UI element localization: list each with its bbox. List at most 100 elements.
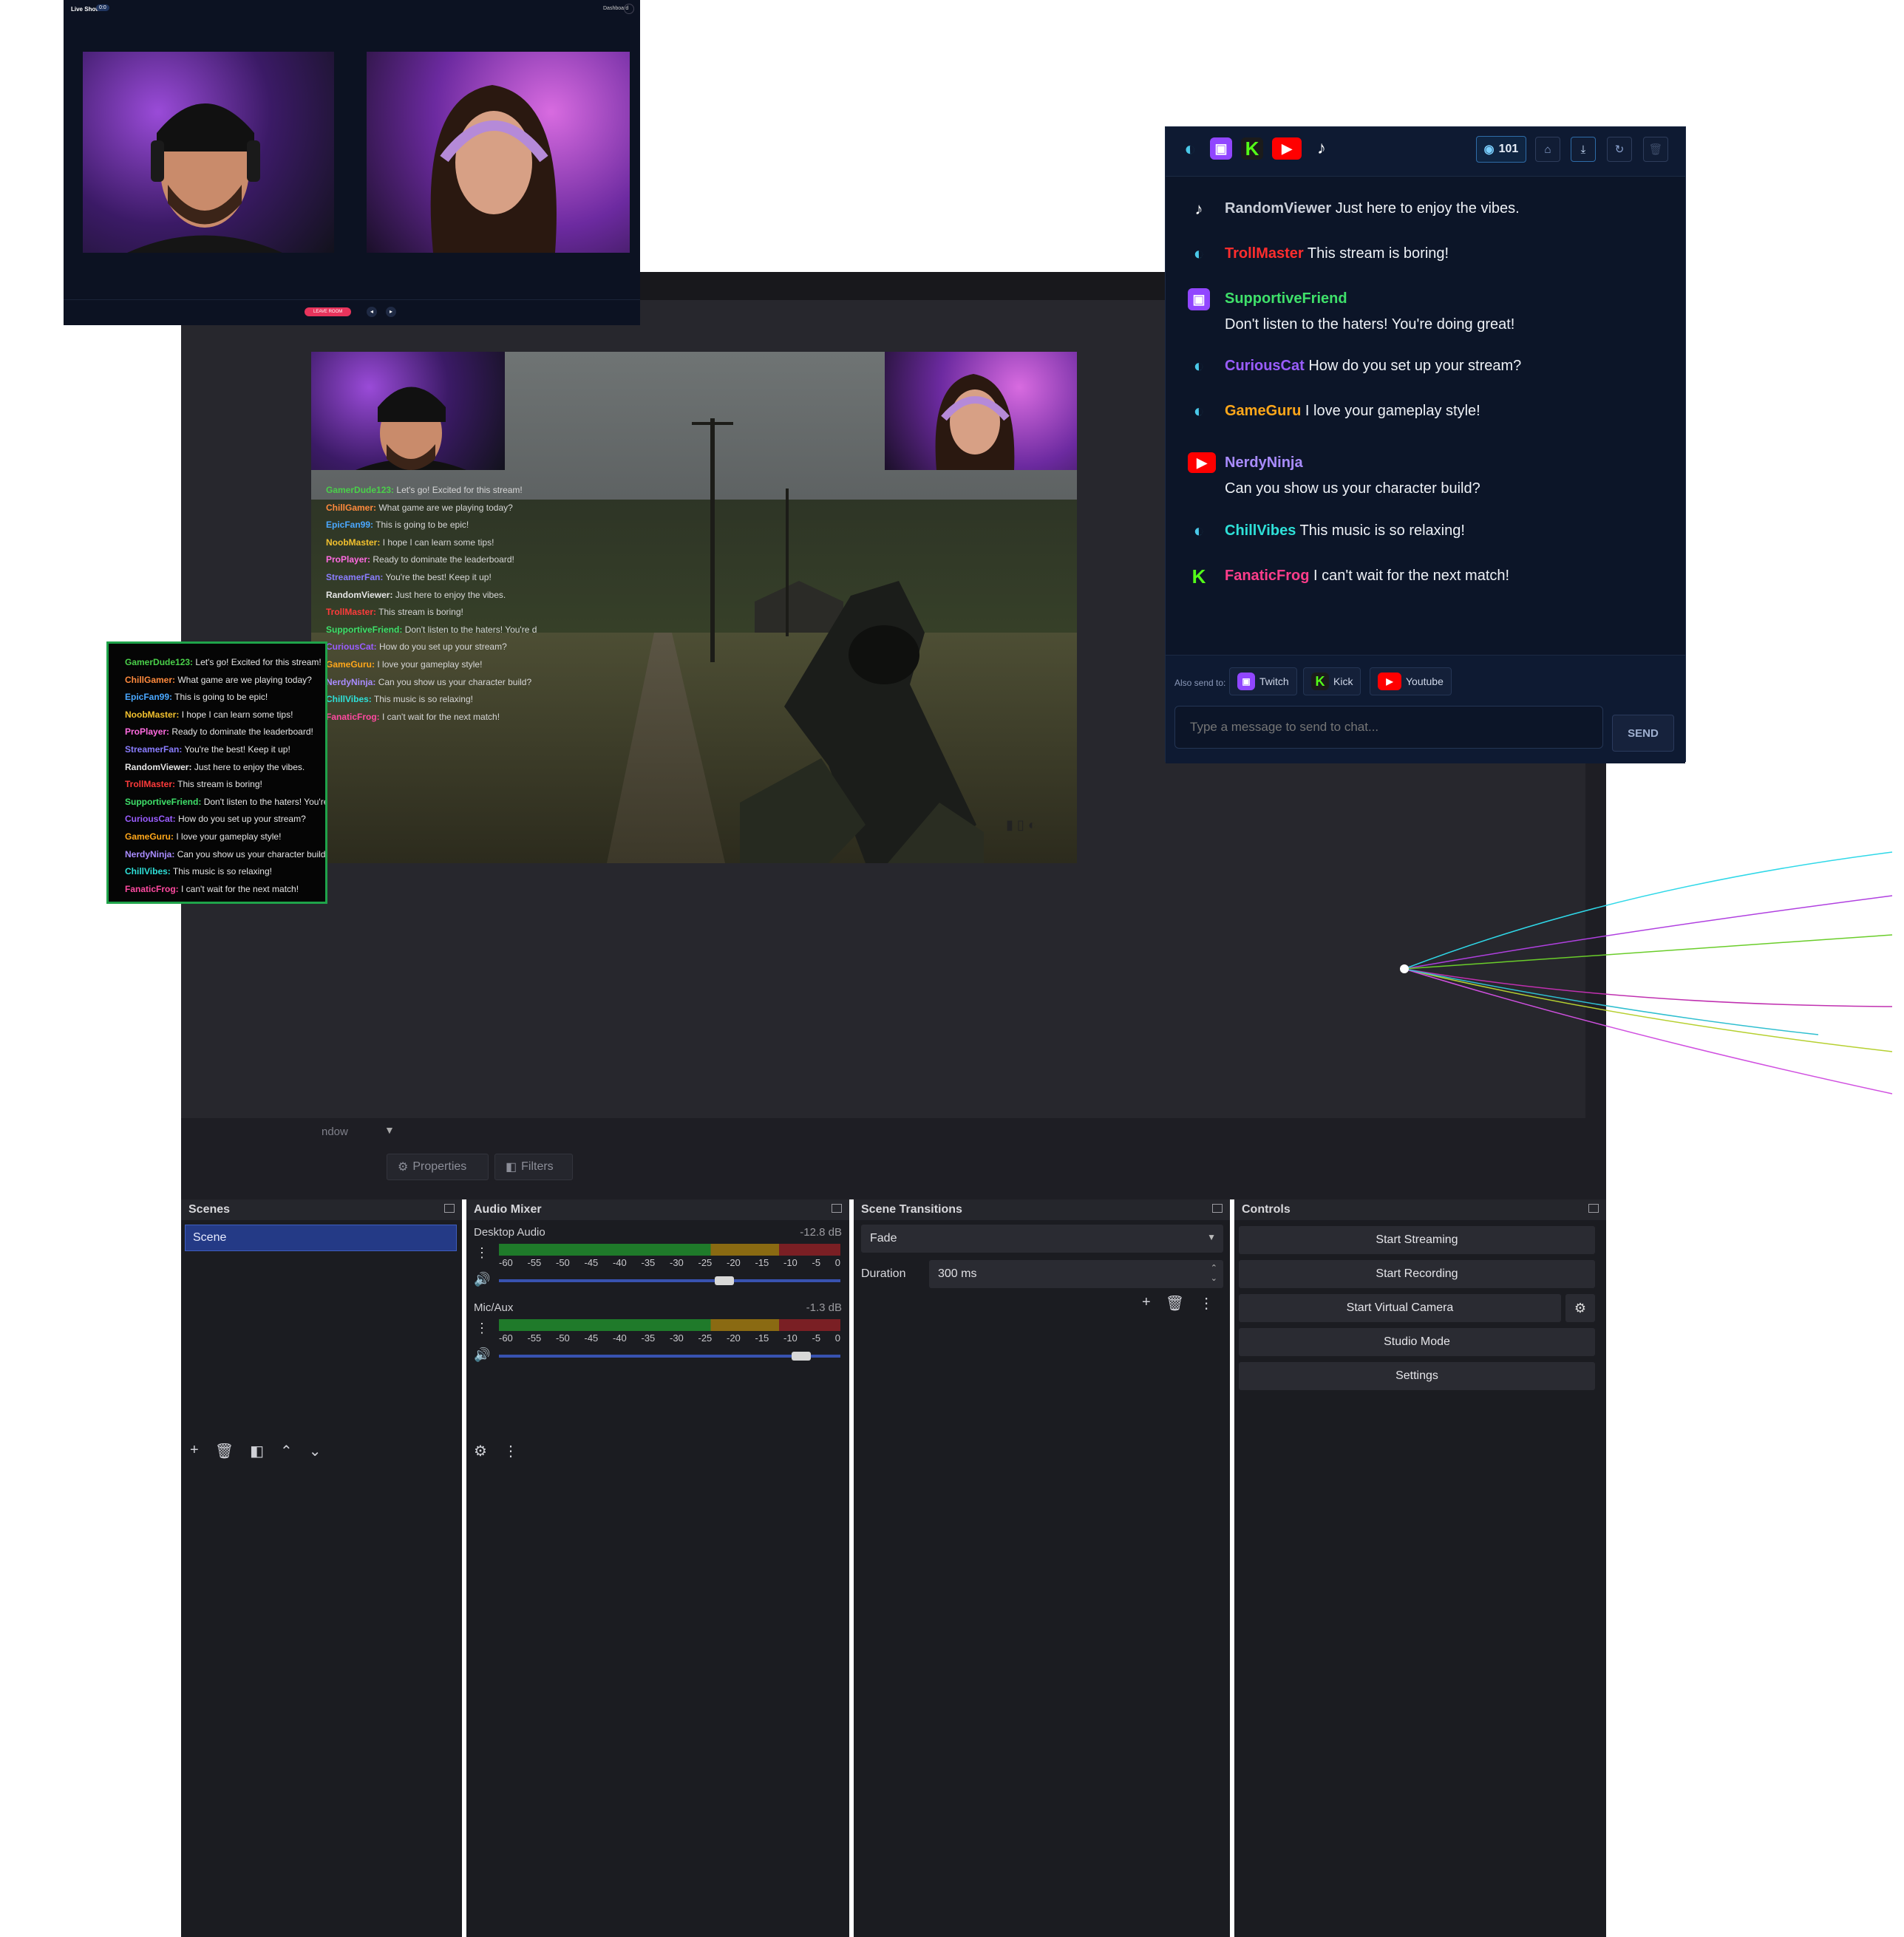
- overlay-chat-line: GamerDude123: Let's go! Excited for this…: [326, 482, 548, 500]
- scene-dropdown-label[interactable]: ndow: [322, 1126, 348, 1138]
- chat-text: Don't listen to the haters! You're d: [203, 796, 327, 807]
- chat-username: SupportiveFriend:: [326, 624, 403, 635]
- settings-button[interactable]: Settings: [1239, 1362, 1595, 1390]
- scenes-dock: Scenes Scene + 🗑 ◧ ⌃ ⌄: [181, 1199, 462, 1937]
- overlay-chat-line: ChillGamer: What game are we playing tod…: [326, 500, 548, 517]
- start-recording-button[interactable]: Start Recording: [1239, 1260, 1595, 1288]
- preview-canvas[interactable]: GamerDude123: Let's go! Excited for this…: [311, 352, 1077, 863]
- volume-slider[interactable]: [499, 1279, 840, 1282]
- more-icon[interactable]: ⋮: [475, 1321, 489, 1336]
- properties-button[interactable]: ⚙ Properties: [387, 1154, 489, 1180]
- float-icon[interactable]: [1588, 1204, 1599, 1213]
- youtube-label: Youtube: [1406, 675, 1444, 687]
- more-icon[interactable]: ⋮: [1199, 1294, 1214, 1313]
- green-chat-line: SupportiveFriend: Don't listen to the ha…: [125, 796, 327, 807]
- chat-username: ChillVibes:: [125, 866, 171, 877]
- float-icon[interactable]: [832, 1204, 842, 1213]
- scale-tick: -40: [613, 1257, 627, 1268]
- viewer-count: 101: [1498, 143, 1519, 155]
- speaker-icon[interactable]: 🔊: [474, 1272, 490, 1287]
- trash-icon[interactable]: 🗑: [1166, 1294, 1184, 1313]
- duration-label: Duration: [861, 1267, 906, 1280]
- filters-button[interactable]: ◧ Filters: [494, 1154, 573, 1180]
- chat-message-input[interactable]: [1174, 706, 1603, 749]
- kick-icon[interactable]: K: [1241, 137, 1263, 160]
- send-to-kick-button[interactable]: K Kick: [1303, 667, 1361, 695]
- mic-icon[interactable]: ◂: [367, 307, 377, 317]
- chevron-down-icon[interactable]: ▼: [384, 1124, 395, 1136]
- filters-label: Filters: [521, 1160, 554, 1173]
- start-streaming-button[interactable]: Start Streaming: [1239, 1226, 1595, 1254]
- chat-username: CuriousCat: [1225, 358, 1305, 374]
- scale-tick: -10: [783, 1332, 798, 1344]
- leave-room-button[interactable]: LEAVE ROOM: [305, 307, 352, 316]
- bot-icon[interactable]: ⌂: [1535, 137, 1560, 162]
- audio-mixer-dock: Audio Mixer Desktop Audio -12.8 dB ⋮ -60 -55…: [466, 1199, 849, 1937]
- tiktok-icon[interactable]: ♪: [1310, 137, 1333, 160]
- scale-tick: -15: [755, 1257, 769, 1268]
- camera-icon[interactable]: ▸: [386, 307, 396, 317]
- filter-icon[interactable]: ◧: [250, 1442, 264, 1460]
- chat-text: Don't listen to the haters! You're doing…: [1225, 316, 1515, 333]
- scene-item[interactable]: Scene: [185, 1225, 457, 1251]
- transition-footer: + 🗑 ⋮: [1142, 1294, 1214, 1313]
- float-icon[interactable]: [444, 1204, 455, 1213]
- green-chat-line: CuriousCat: How do you set up your strea…: [125, 814, 306, 824]
- twitch-icon[interactable]: ▣: [1210, 137, 1232, 160]
- virtual-camera-settings-icon[interactable]: ⚙: [1565, 1294, 1595, 1322]
- float-icon[interactable]: [1212, 1204, 1223, 1213]
- chat-username: TrollMaster:: [326, 607, 377, 618]
- chat-username: GameGuru:: [326, 658, 375, 670]
- add-icon[interactable]: +: [1142, 1294, 1151, 1313]
- green-chat-line: EpicFan99: This is going to be epic!: [125, 692, 268, 702]
- scenes-title: Scenes: [181, 1199, 462, 1220]
- kick-icon: K: [1311, 673, 1329, 690]
- globe-icon: ◐: [1193, 244, 1205, 264]
- volume-knob[interactable]: [791, 1352, 811, 1361]
- studio-mode-button[interactable]: Studio Mode: [1239, 1328, 1595, 1356]
- user-icon[interactable]: [624, 4, 634, 14]
- refresh-icon[interactable]: ↻: [1607, 137, 1632, 162]
- chat-text: This is going to be epic!: [375, 520, 469, 531]
- chat-text: Don't listen to the haters! You're d: [404, 624, 537, 635]
- overlay-chat-line: ProPlayer: Ready to dominate the leaderb…: [326, 551, 548, 569]
- add-icon[interactable]: +: [190, 1442, 199, 1460]
- chat-text: Just here to enjoy the vibes.: [1335, 200, 1520, 217]
- green-chat-line: ProPlayer: Ready to dominate the leaderb…: [125, 726, 313, 737]
- send-to-youtube-button[interactable]: ▶ Youtube: [1370, 667, 1452, 695]
- properties-label: Properties: [412, 1160, 467, 1173]
- chat-username: CuriousCat:: [125, 814, 176, 825]
- tiktok-icon: ♪: [1194, 200, 1203, 218]
- overlay-chat-line: NoobMaster: I hope I can learn some tips…: [326, 534, 548, 552]
- settings-icon[interactable]: ⚙: [474, 1442, 487, 1460]
- chat-text: Can you show us your character build?: [378, 676, 532, 687]
- volume-knob[interactable]: [715, 1276, 735, 1285]
- power-pole-arm: [692, 422, 733, 425]
- scene-transitions-dock: Scene Transitions Fade ▼ Duration 300 ms…: [854, 1199, 1230, 1937]
- trash-icon[interactable]: 🗑: [215, 1442, 234, 1460]
- send-to-twitch-button[interactable]: ▣ Twitch: [1229, 667, 1297, 695]
- chat-text: This music is so relaxing!: [172, 866, 272, 877]
- youtube-icon: ▶: [1188, 452, 1216, 473]
- volume-slider[interactable]: [499, 1355, 840, 1358]
- chat-text: This is going to be epic!: [174, 692, 268, 703]
- chevron-down-icon: ▼: [1207, 1232, 1216, 1242]
- chevron-up-icon[interactable]: ⌃: [280, 1442, 293, 1460]
- more-icon[interactable]: ⋮: [503, 1442, 518, 1460]
- youtube-icon[interactable]: ▶: [1272, 137, 1302, 160]
- more-icon[interactable]: ⋮: [475, 1245, 489, 1261]
- trash-icon[interactable]: 🗑: [1643, 137, 1668, 162]
- scale-tick: 0: [834, 1332, 840, 1344]
- green-chat-line: FanaticFrog: I can't wait for the next m…: [125, 884, 299, 894]
- transition-select[interactable]: Fade ▼: [861, 1225, 1223, 1253]
- duration-input[interactable]: 300 ms ⌃ ⌄: [929, 1260, 1223, 1288]
- start-virtual-camera-button[interactable]: Start Virtual Camera: [1239, 1294, 1561, 1322]
- download-icon[interactable]: ⤓: [1571, 137, 1596, 162]
- spinner-icon[interactable]: ⌃ ⌄: [1211, 1263, 1217, 1284]
- scale-tick: -40: [613, 1332, 627, 1344]
- scale-tick: -25: [698, 1332, 713, 1344]
- chevron-down-icon[interactable]: ⌄: [309, 1442, 322, 1460]
- send-button[interactable]: SEND: [1612, 715, 1674, 752]
- speaker-icon[interactable]: 🔊: [474, 1347, 490, 1363]
- globe-icon[interactable]: ◐: [1179, 137, 1201, 160]
